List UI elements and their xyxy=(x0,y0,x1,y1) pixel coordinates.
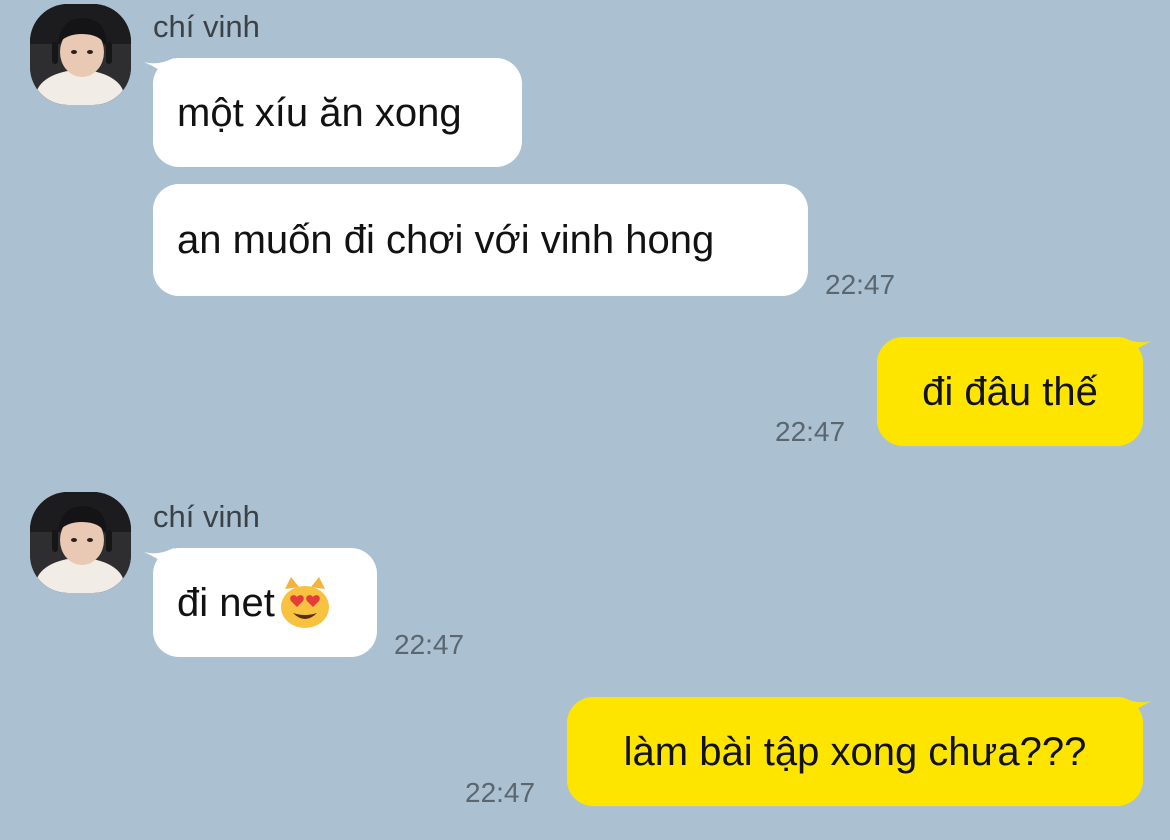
message-timestamp: 22:47 xyxy=(825,269,896,300)
bubble-tail-icon xyxy=(1122,337,1152,359)
sender-avatar[interactable] xyxy=(30,492,131,593)
sender-avatar[interactable] xyxy=(30,4,131,105)
smiling-cat-heart-eyes-icon xyxy=(277,575,333,631)
message-text: đi net xyxy=(177,580,275,625)
incoming-message-bubble[interactable]: đi net xyxy=(144,548,377,657)
bubble-tail-icon xyxy=(1122,697,1152,719)
incoming-message-bubble[interactable]: một xíu ăn xong xyxy=(144,58,522,167)
message-text: làm bài tập xong chưa??? xyxy=(623,729,1087,774)
bubble-tail-icon xyxy=(144,548,174,570)
bubble-tail-icon xyxy=(144,58,174,80)
message-text: một xíu ăn xong xyxy=(177,90,462,135)
incoming-message-bubble[interactable]: an muốn đi chơi với vinh hong xyxy=(153,184,808,296)
message-text: an muốn đi chơi với vinh hong xyxy=(177,218,715,262)
sender-name: chí vinh xyxy=(153,499,260,534)
outgoing-message-bubble[interactable]: làm bài tập xong chưa??? xyxy=(567,697,1152,806)
message-text: đi đâu thế xyxy=(922,369,1098,414)
message-timestamp: 22:47 xyxy=(775,416,846,447)
profile-photo-icon xyxy=(30,4,131,105)
sender-name: chí vinh xyxy=(153,9,260,44)
message-timestamp: 22:47 xyxy=(465,777,536,808)
outgoing-message-bubble[interactable]: đi đâu thế xyxy=(877,337,1152,446)
message-timestamp: 22:47 xyxy=(394,629,465,660)
profile-photo-icon xyxy=(30,492,131,593)
